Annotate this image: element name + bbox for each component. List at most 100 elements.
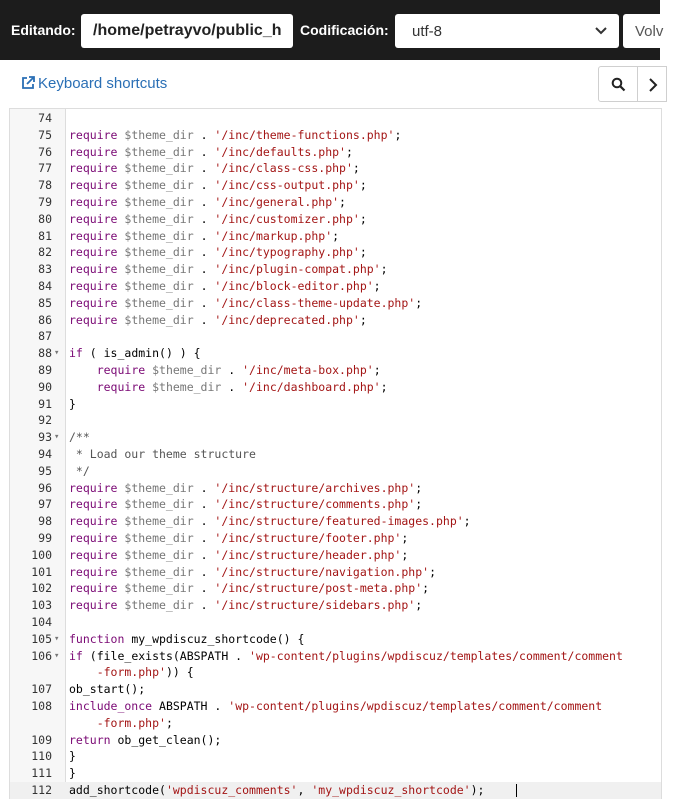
code-line: 108 include_once ABSPATH . 'wp-content/pl… xyxy=(10,698,661,715)
code-line: 89 require $theme_dir . '/inc/meta-box.p… xyxy=(10,362,661,379)
code-line: 83 require $theme_dir . '/inc/plugin-comp… xyxy=(10,261,661,278)
line-number: 101 xyxy=(31,564,52,579)
line-number: 102 xyxy=(31,581,52,596)
code-line: 112 add_shortcode('wpdiscuz_comments', 'm… xyxy=(10,782,661,799)
line-number: 74 xyxy=(38,111,52,125)
fold-toggle-icon[interactable]: ▾ xyxy=(54,648,59,665)
code-line: 99 require $theme_dir . '/inc/structure/f… xyxy=(10,530,661,547)
line-number: 90 xyxy=(38,379,52,394)
code-line: 100 require $theme_dir . '/inc/structure/… xyxy=(10,547,661,564)
code-text: require $theme_dir . '/inc/typography.ph… xyxy=(69,245,367,260)
code-editor[interactable]: 74 75 require $theme_dir . '/inc/theme-fun… xyxy=(9,108,662,799)
editor-toolbar: Editando: /home/petrayvo/public_h Codifi… xyxy=(0,0,673,60)
code-line: 95 */ xyxy=(10,463,661,480)
code-line: 90 require $theme_dir . '/inc/dashboard.… xyxy=(10,379,661,396)
fold-toggle-icon[interactable]: ▾ xyxy=(54,429,59,446)
line-number: 92 xyxy=(38,413,52,428)
code-text: require $theme_dir . '/inc/structure/com… xyxy=(69,497,423,512)
code-text: include_once ABSPATH . 'wp-content/plugi… xyxy=(69,699,603,713)
line-number: 86 xyxy=(38,312,52,327)
line-number: 98 xyxy=(38,514,52,529)
code-line: 81 require $theme_dir . '/inc/markup.php'… xyxy=(10,228,661,245)
code-line: 103 require $theme_dir . '/inc/structure/… xyxy=(10,597,661,614)
line-number: 89 xyxy=(38,363,52,377)
line-number: 109 xyxy=(31,732,52,747)
code-line: 92 xyxy=(10,412,661,429)
code-line: 110} xyxy=(10,748,661,765)
line-number: 107 xyxy=(31,682,52,697)
line-number: 85 xyxy=(38,295,52,310)
chevron-right-icon xyxy=(649,78,658,92)
code-text: require $theme_dir . '/inc/css-output.ph… xyxy=(69,178,367,193)
line-number: 78 xyxy=(38,178,52,193)
code-line: 102 require $theme_dir . '/inc/structure/… xyxy=(10,580,661,597)
next-button[interactable] xyxy=(637,66,667,102)
chevron-down-icon xyxy=(595,27,607,35)
line-number: 112 xyxy=(31,783,52,797)
code-text: } xyxy=(69,766,76,781)
encoding-select[interactable]: utf-8 xyxy=(395,14,619,48)
code-line: -form.php'; xyxy=(10,715,661,732)
line-number: 97 xyxy=(38,497,52,512)
line-number: 81 xyxy=(38,228,52,243)
code-line: 104 xyxy=(10,614,661,631)
code-text: require $theme_dir . '/inc/structure/hea… xyxy=(69,547,409,562)
line-number: 88 xyxy=(38,346,52,361)
code-line: 82 require $theme_dir . '/inc/typography.… xyxy=(10,244,661,261)
code-line: 88 ▾ if ( is_admin() ) { xyxy=(10,345,661,362)
code-text: -form.php')) { xyxy=(69,665,194,680)
code-text: require $theme_dir . '/inc/class-theme-u… xyxy=(69,295,423,310)
code-line: 109 return ob_get_clean(); xyxy=(10,732,661,749)
code-text: -form.php'; xyxy=(69,715,173,730)
code-line: 84 require $theme_dir . '/inc/block-edito… xyxy=(10,278,661,295)
line-number: 84 xyxy=(38,279,52,293)
line-number: 111 xyxy=(31,766,52,781)
code-text: require $theme_dir . '/inc/structure/arc… xyxy=(69,480,423,495)
code-line: 80 require $theme_dir . '/inc/customizer.… xyxy=(10,211,661,228)
code-text: } xyxy=(69,396,76,411)
line-number: 103 xyxy=(31,598,52,613)
line-number: 91 xyxy=(38,396,52,411)
search-button[interactable] xyxy=(598,66,638,102)
code-text: if ( is_admin() ) { xyxy=(69,346,201,361)
code-text: require $theme_dir . '/inc/markup.php'; xyxy=(69,228,340,243)
fold-toggle-icon[interactable]: ▾ xyxy=(54,631,59,648)
code-text: require $theme_dir . '/inc/defaults.php'… xyxy=(69,144,353,159)
line-number: 87 xyxy=(38,329,52,344)
code-text: require $theme_dir . '/inc/general.php'; xyxy=(69,195,346,209)
line-number: 99 xyxy=(38,531,52,545)
code-line: 97 require $theme_dir . '/inc/structure/c… xyxy=(10,496,661,513)
back-button[interactable]: Volv xyxy=(623,14,673,48)
code-text: ob_start(); xyxy=(69,682,146,697)
line-number: 95 xyxy=(38,463,52,478)
code-text: require $theme_dir . '/inc/deprecated.ph… xyxy=(69,312,367,327)
editing-label: Editando: xyxy=(11,22,76,38)
code-text: require $theme_dir . '/inc/meta-box.php'… xyxy=(96,363,381,377)
keyboard-shortcuts-link[interactable]: Keyboard shortcuts xyxy=(21,75,167,92)
code-line: 78 require $theme_dir . '/inc/css-output.… xyxy=(10,177,661,194)
line-number: 80 xyxy=(38,211,52,226)
code-line: 101 require $theme_dir . '/inc/structure/… xyxy=(10,564,661,581)
line-number: 106 xyxy=(31,648,52,663)
code-line: 91} xyxy=(10,396,661,413)
line-number: 105 xyxy=(31,631,52,646)
code-text: require $theme_dir . '/inc/plugin-compat… xyxy=(69,262,388,277)
line-number: 75 xyxy=(38,127,52,142)
code-text: require $theme_dir . '/inc/customizer.ph… xyxy=(69,211,367,226)
code-text: require $theme_dir . '/inc/block-editor.… xyxy=(69,279,381,293)
code-text: require $theme_dir . '/inc/structure/nav… xyxy=(69,564,436,579)
file-path-input[interactable]: /home/petrayvo/public_h xyxy=(81,14,293,48)
line-number: 82 xyxy=(38,245,52,260)
code-text: add_shortcode('wpdiscuz_comments', 'my_w… xyxy=(69,783,485,797)
code-text: return ob_get_clean(); xyxy=(69,732,222,747)
keyboard-shortcuts-label: Keyboard shortcuts xyxy=(38,75,168,92)
code-line: 77 require $theme_dir . '/inc/class-css.p… xyxy=(10,160,661,177)
code-line: 76 require $theme_dir . '/inc/defaults.ph… xyxy=(10,144,661,161)
code-line: 86 require $theme_dir . '/inc/deprecated.… xyxy=(10,312,661,329)
code-line: 85 require $theme_dir . '/inc/class-theme… xyxy=(10,295,661,312)
code-line: 75 require $theme_dir . '/inc/theme-funct… xyxy=(10,127,661,144)
code-line: -form.php')) { xyxy=(10,664,661,681)
code-line: 96 require $theme_dir . '/inc/structure/a… xyxy=(10,480,661,497)
fold-toggle-icon[interactable]: ▾ xyxy=(54,345,59,362)
code-text: require $theme_dir . '/inc/structure/sid… xyxy=(69,598,423,613)
